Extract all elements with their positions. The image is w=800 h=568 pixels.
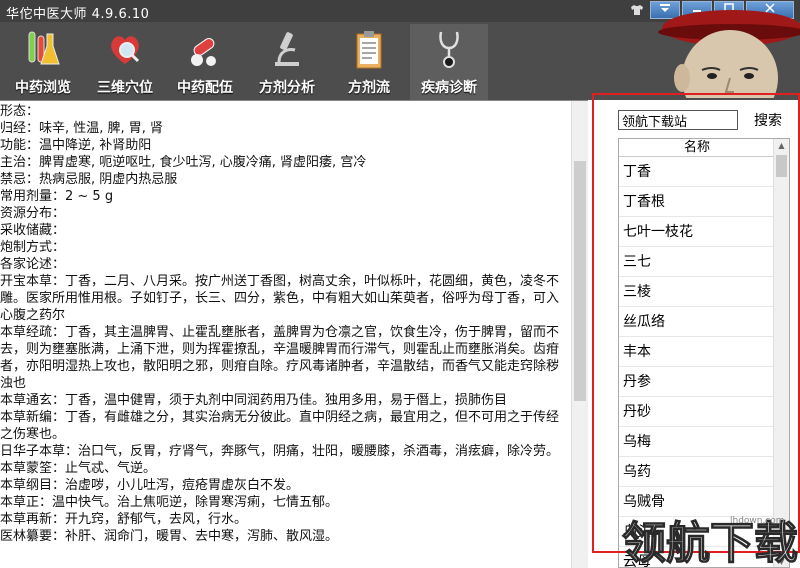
clipboard-icon xyxy=(356,31,382,69)
detail-line: 本草纲目：治虚哕，小儿吐泻，痘疮胃虚灰白不发。 xyxy=(0,478,300,493)
physician-portrait xyxy=(622,8,800,98)
arrow-up-icon[interactable]: ▲ xyxy=(774,139,789,153)
flask-icon xyxy=(28,31,60,65)
detail-line: 采收储藏： xyxy=(0,223,66,238)
herb-list: 名称 丁香 丁香根 七叶一枝花 三七 三棱 丝瓜络 丰本 丹参 丹砂 乌梅 乌药… xyxy=(618,138,790,568)
list-item[interactable]: 七叶一枝花 xyxy=(619,217,789,247)
list-column-header[interactable]: 名称 xyxy=(619,139,789,157)
tool-label: 三维穴位 xyxy=(97,80,153,96)
list-scrollbar-thumb[interactable] xyxy=(776,155,787,177)
detail-scrollbar-thumb[interactable] xyxy=(574,161,586,401)
detail-line: 形态： xyxy=(0,104,40,119)
list-item[interactable]: 丁香 xyxy=(619,157,789,187)
list-item[interactable]: 丁香根 xyxy=(619,187,789,217)
tool-label: 方剂流 xyxy=(348,80,390,96)
list-item[interactable]: 三七 xyxy=(619,247,789,277)
search-button[interactable]: 搜索 xyxy=(748,110,788,130)
detail-line: 本草正：温中快气。治上焦呃逆，除胃寒泻痢，七情五郁。 xyxy=(0,495,339,510)
detail-line: 归经：味辛, 性温, 脾, 胃, 肾 xyxy=(0,121,164,136)
detail-line: 本草再新：开九窍，舒郁气，去风，行水。 xyxy=(0,512,248,527)
detail-line: 日华子本草：治口气，反胃，疗肾气，奔豚气，阴痛，壮阳，暖腰膝，杀酒毒，消痃癖，除… xyxy=(0,444,560,459)
detail-scrollbar[interactable] xyxy=(571,101,588,568)
tool-label: 方剂分析 xyxy=(259,80,315,96)
detail-line: 各家论述： xyxy=(0,257,66,272)
tool-label: 中药配伍 xyxy=(177,80,233,96)
herb-detail-text: 形态： 归经：味辛, 性温, 脾, 胃, 肾 功能：温中降逆, 补肾助阳 主治：… xyxy=(0,103,568,545)
list-item[interactable]: 乌梅 xyxy=(619,427,789,457)
heart-magnifier-icon xyxy=(111,36,140,64)
tool-prescription-analysis[interactable]: 方剂分析 xyxy=(248,24,326,100)
detail-line: 本草新编：丁香，有雌雄之分，其实治病无分彼此。直中阴经之病，最宜用之，但不可用之… xyxy=(0,410,560,442)
list-item[interactable]: 丝瓜络 xyxy=(619,307,789,337)
tool-label: 疾病诊断 xyxy=(421,80,477,96)
list-item[interactable]: 丹砂 xyxy=(619,397,789,427)
tool-herb-pairing[interactable]: 中药配伍 xyxy=(166,24,244,100)
detail-line: 炮制方式： xyxy=(0,240,66,255)
detail-line: 资源分布： xyxy=(0,206,66,221)
tool-herb-browse[interactable]: 中药浏览 xyxy=(4,24,82,100)
list-scrollbar[interactable]: ▲ ▼ xyxy=(773,139,789,567)
watermark-site: lhdown.com xyxy=(730,516,785,526)
stethoscope-icon xyxy=(439,31,459,68)
detail-line: 医林纂要：补肝、润命门，暖胃、去中寒，泻肺、散风湿。 xyxy=(0,529,339,544)
tool-disease-diagnosis[interactable]: 疾病诊断 xyxy=(410,24,488,100)
herb-search-input[interactable] xyxy=(618,110,738,130)
detail-line: 开宝本草：丁香，二月、八月采。按广州送丁香图，树高丈余，叶似栎叶，花圆细，黄色，… xyxy=(0,274,560,323)
list-item[interactable]: 乌贼骨 xyxy=(619,487,789,517)
detail-line: 功能：温中降逆, 补肾助阳 xyxy=(0,138,152,153)
pills-icon xyxy=(191,38,216,66)
herb-search-panel: 搜索 名称 丁香 丁香根 七叶一枝花 三七 三棱 丝瓜络 丰本 丹参 丹砂 乌梅… xyxy=(588,100,800,568)
detail-line: 常用剂量：2 ~ 5 g xyxy=(0,189,114,204)
tool-prescription-flow[interactable]: 方剂流 xyxy=(330,24,408,100)
detail-line: 主治：脾胃虚寒, 呃逆呕吐, 食少吐泻, 心腹冷痛, 肾虚阳痿, 宫冷 xyxy=(0,155,367,170)
list-item[interactable]: 三棱 xyxy=(619,277,789,307)
list-item[interactable]: 云母 xyxy=(619,547,789,567)
list-item[interactable]: 乌药 xyxy=(619,457,789,487)
microscope-icon xyxy=(275,32,299,66)
herb-detail-panel: 形态： 归经：味辛, 性温, 脾, 胃, 肾 功能：温中降逆, 补肾助阳 主治：… xyxy=(0,100,588,568)
arrow-down-icon[interactable]: ▼ xyxy=(774,555,789,567)
tool-label: 中药浏览 xyxy=(15,80,71,96)
detail-line: 禁忌：热病忌服, 阴虚内热忌服 xyxy=(0,172,178,187)
list-item[interactable]: 丹参 xyxy=(619,367,789,397)
detail-line: 本草经疏：丁香，其主温脾胃、止霍乱壅胀者，盖脾胃为仓凛之官，饮食生冷，伤于脾胃，… xyxy=(0,325,560,391)
list-item[interactable]: 丰本 xyxy=(619,337,789,367)
tool-3d-acupoint[interactable]: 三维穴位 xyxy=(86,24,164,100)
detail-line: 本草蒙筌：止气忒、气逆。 xyxy=(0,461,157,476)
detail-line: 本草通玄：丁香，温中健胃，须于丸剂中同润药用乃佳。独用多用，易于僭上，损肺伤目 xyxy=(0,393,508,408)
app-title: 华佗中医大师 4.9.6.10 xyxy=(6,7,150,22)
